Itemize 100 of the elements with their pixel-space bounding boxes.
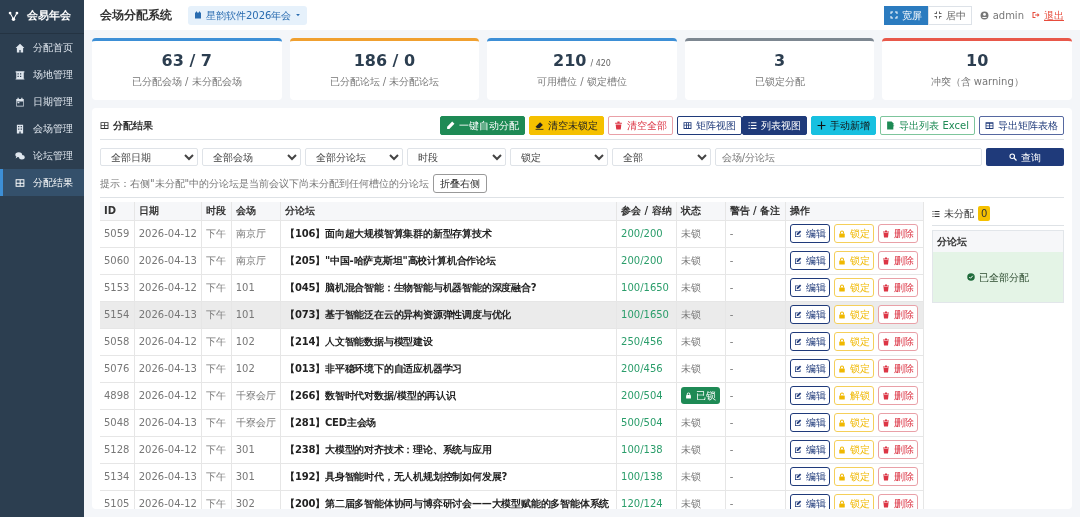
layout-button[interactable]: 宽屏 xyxy=(883,5,928,25)
toolbar-button[interactable]: 一键自动分配 xyxy=(440,116,526,135)
logout-icon xyxy=(1032,11,1040,19)
status-text: 未锁 xyxy=(681,471,702,482)
lock-icon xyxy=(837,337,846,346)
edit-button[interactable]: 编辑 xyxy=(789,251,830,270)
toolbar-button[interactable]: 清空未锁定 xyxy=(529,116,605,135)
delete-button[interactable]: 删除 xyxy=(877,305,918,324)
delete-button[interactable]: 删除 xyxy=(877,413,918,432)
status-text: 未锁 xyxy=(681,282,702,293)
filter-select[interactable]: 时段 xyxy=(407,148,506,166)
table-cell: 5128 xyxy=(100,436,135,463)
status-text: 未锁 xyxy=(681,336,702,347)
edit-icon xyxy=(793,229,802,238)
column-header: 时段 xyxy=(201,202,232,220)
table-cell: 下午 xyxy=(201,328,232,355)
toolbar-button[interactable]: 矩阵视图 xyxy=(677,116,743,135)
toolbar-button[interactable]: 手动新增 xyxy=(811,116,877,135)
table-cell: - xyxy=(725,409,786,436)
home-icon xyxy=(15,42,25,53)
delete-button[interactable]: 删除 xyxy=(877,332,918,351)
edit-button[interactable]: 编辑 xyxy=(789,494,830,509)
edit-button[interactable]: 编辑 xyxy=(789,224,830,243)
trash-icon xyxy=(881,337,890,346)
toolbar-button[interactable]: 导出矩阵表格 xyxy=(979,116,1064,135)
filter-select[interactable]: 全部会场 xyxy=(202,148,301,166)
edit-button[interactable]: 编辑 xyxy=(789,386,830,405)
filter-select[interactable]: 全部 xyxy=(612,148,711,166)
edit-icon xyxy=(793,256,802,265)
eraser-icon xyxy=(535,121,545,130)
delete-button[interactable]: 删除 xyxy=(877,278,918,297)
filter-select[interactable]: 锁定 xyxy=(509,148,609,166)
table-cell: 2026-04-13 xyxy=(134,355,202,382)
delete-button[interactable]: 删除 xyxy=(877,440,918,459)
layout-button[interactable]: 居中 xyxy=(927,5,972,25)
lock-icon xyxy=(837,499,846,508)
status-message: 已全部分配 xyxy=(979,270,1029,285)
caret-icon xyxy=(295,12,302,18)
search-field[interactable]: 会场/分论坛 xyxy=(714,148,982,166)
trash-icon xyxy=(881,229,890,238)
lock-icon xyxy=(837,472,846,481)
delete-button[interactable]: 删除 xyxy=(877,359,918,378)
table-cell: 下午 xyxy=(201,409,232,436)
collapse-button[interactable]: 折叠右侧 xyxy=(433,174,488,193)
logout-link[interactable]: 退出 xyxy=(1032,7,1064,23)
table-cell: 下午 xyxy=(201,490,232,509)
table-cell: 5154 xyxy=(100,301,135,328)
sidebar-item[interactable]: 会场管理 xyxy=(0,115,84,142)
sidebar-item[interactable]: 日期管理 xyxy=(0,88,84,115)
delete-button[interactable]: 删除 xyxy=(877,467,918,486)
sidebar-item[interactable]: 分配首页 xyxy=(0,34,84,61)
grid-icon xyxy=(100,121,109,130)
status-text: 未锁 xyxy=(681,444,702,455)
table-cell: 【266】数智时代对数据/模型的再认识 xyxy=(280,382,617,409)
panel-header: 分论坛 xyxy=(933,231,1063,252)
pencil-icon xyxy=(446,121,456,130)
table-cell: 102 xyxy=(231,328,281,355)
delete-button[interactable]: 删除 xyxy=(877,494,918,509)
edit-button[interactable]: 编辑 xyxy=(789,332,830,351)
table-cell: 302 xyxy=(231,490,281,509)
toolbar-button[interactable]: 导出列表 Excel xyxy=(880,116,975,135)
app-logo-text: 会易年会 xyxy=(27,8,71,25)
lock-icon xyxy=(837,283,846,292)
edit-button[interactable]: 编辑 xyxy=(789,305,830,324)
sidebar-item[interactable]: 论坛管理 xyxy=(0,142,84,169)
table-cell: 100/1650 xyxy=(616,274,677,301)
status-text: 未锁 xyxy=(681,363,702,374)
table-cell: 【073】基于智能泛在云的异构资源弹性调度与优化 xyxy=(280,301,617,328)
column-header: 操作 xyxy=(785,202,924,220)
table-cell: 千寮会厅 xyxy=(231,382,281,409)
panel-title: 未分配 xyxy=(944,207,974,221)
delete-button[interactable]: 删除 xyxy=(877,386,918,405)
sidebar-item[interactable]: 场地管理 xyxy=(0,61,84,88)
trash-icon xyxy=(881,364,890,373)
event-dropdown[interactable]: 星韵软件2026年会 xyxy=(188,5,308,25)
toolbar-button[interactable]: 列表视图 xyxy=(742,116,808,135)
table-cell: - xyxy=(725,247,786,274)
list-icon xyxy=(748,121,758,130)
edit-icon xyxy=(793,310,802,319)
edit-button[interactable]: 编辑 xyxy=(789,413,830,432)
filter-select[interactable]: 全部分论坛 xyxy=(304,148,404,166)
edit-icon xyxy=(793,391,802,400)
status-text: 未锁 xyxy=(681,228,702,239)
sidebar-item[interactable]: 分配结果 xyxy=(0,169,84,196)
delete-button[interactable]: 删除 xyxy=(877,224,918,243)
column-header: 分论坛 xyxy=(280,202,617,220)
search-button[interactable]: 查询 xyxy=(985,148,1064,166)
edit-icon xyxy=(793,472,802,481)
table-cell: 下午 xyxy=(201,436,232,463)
compress-icon xyxy=(933,11,942,19)
status-text: 未锁 xyxy=(681,498,702,509)
toolbar-button[interactable]: 清空全部 xyxy=(608,116,674,135)
edit-button[interactable]: 编辑 xyxy=(789,467,830,486)
delete-button[interactable]: 删除 xyxy=(877,251,918,270)
edit-button[interactable]: 编辑 xyxy=(789,278,830,297)
edit-button[interactable]: 编辑 xyxy=(789,440,830,459)
filter-select[interactable]: 全部日期 xyxy=(100,148,199,166)
table-cell: 2026-04-12 xyxy=(134,382,202,409)
edit-button[interactable]: 编辑 xyxy=(789,359,830,378)
plus-icon xyxy=(817,121,827,130)
